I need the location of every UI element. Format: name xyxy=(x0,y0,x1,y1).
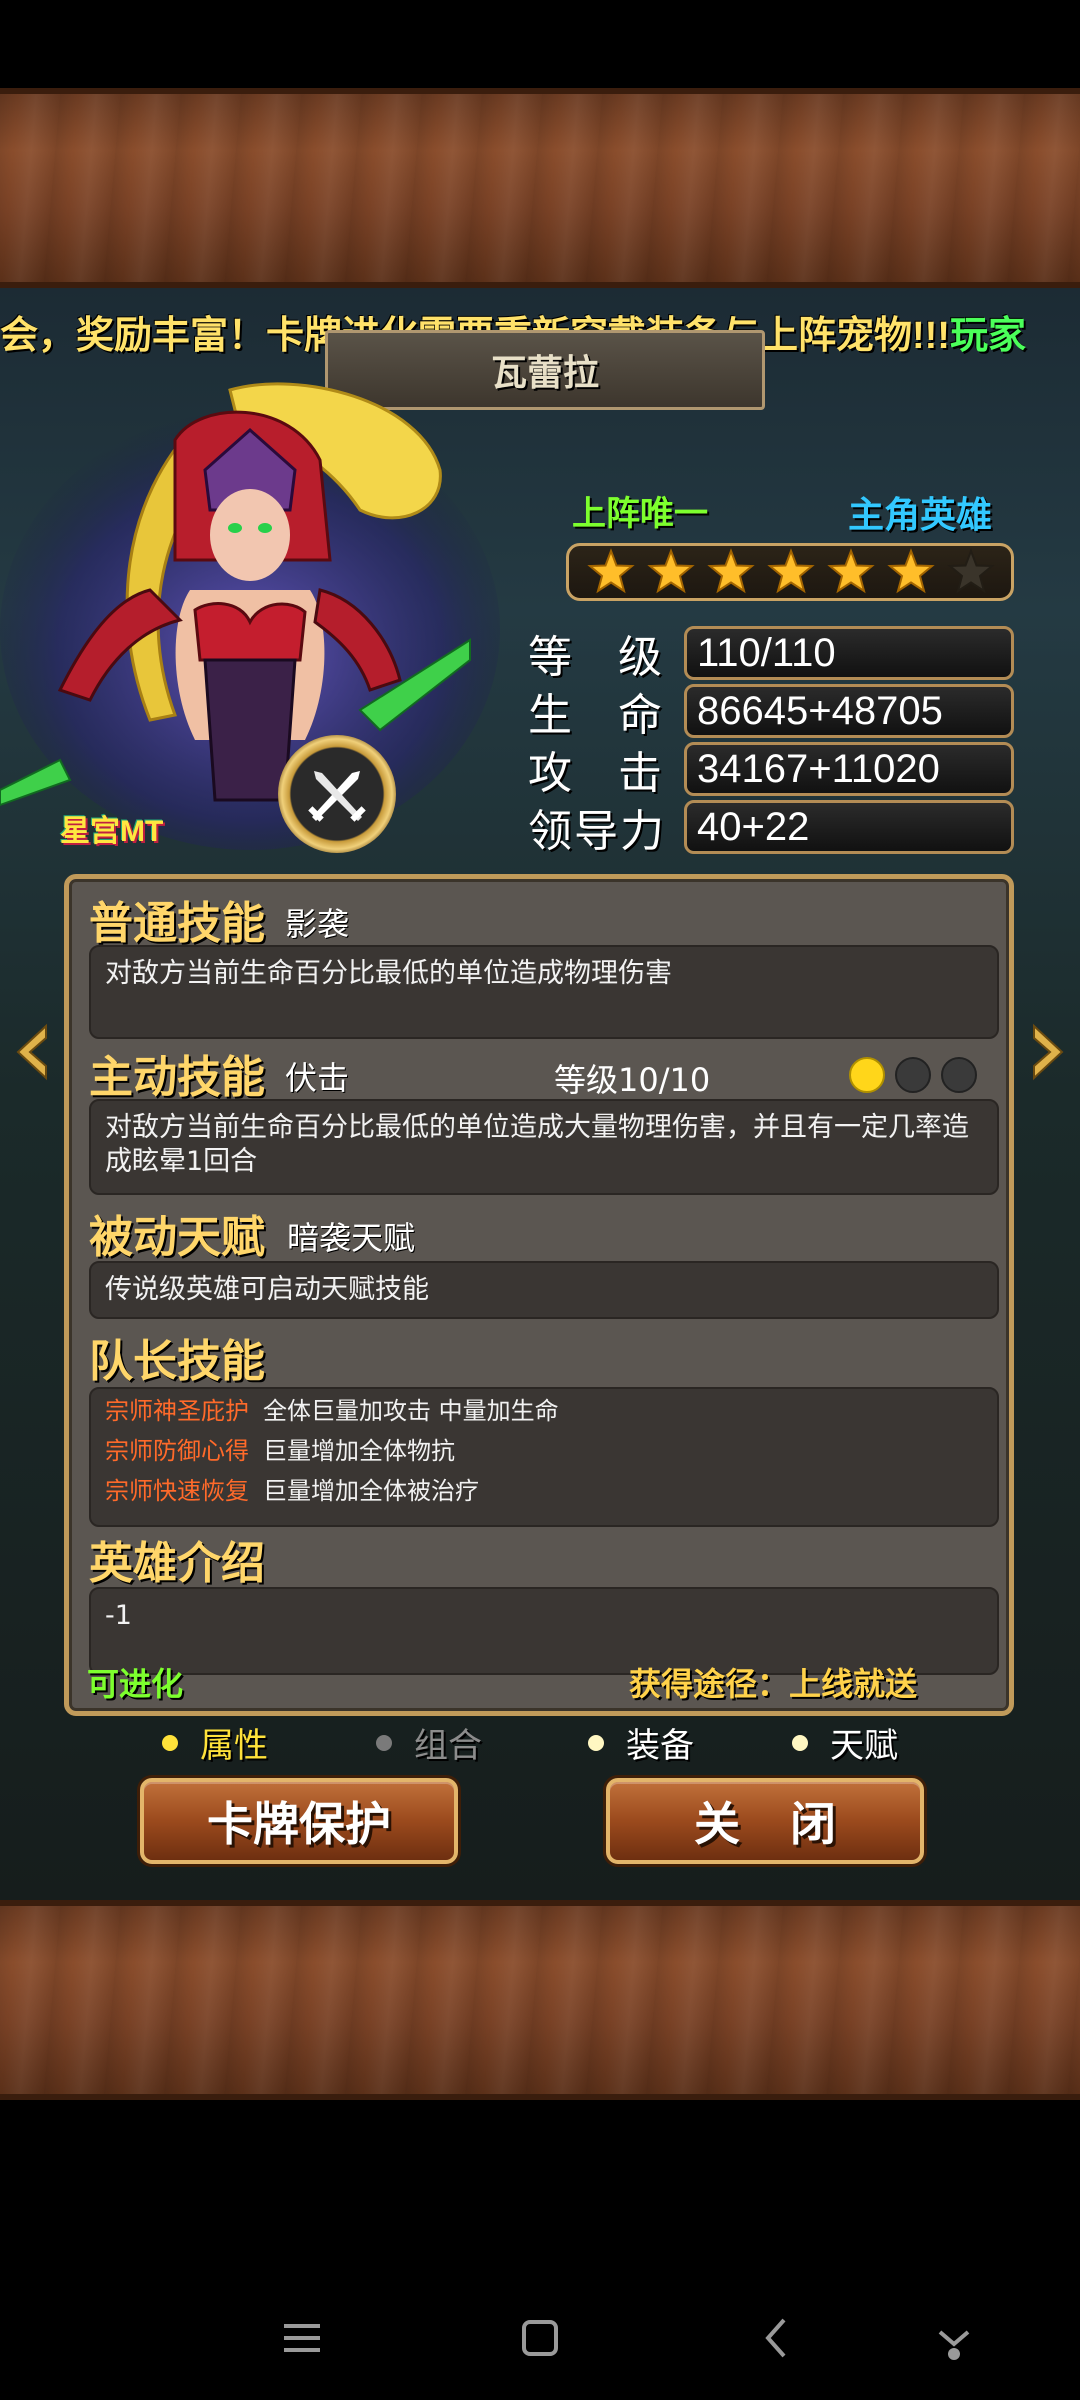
captain-skill-item: 宗师快速恢复 巨量增加全体被治疗 xyxy=(105,1471,983,1511)
stat-value: 86645+48705 xyxy=(684,684,1014,738)
unique-tag: 上阵唯一 xyxy=(572,494,708,534)
back-icon[interactable] xyxy=(748,2308,808,2368)
normal-skill-desc: 对敌方当前生命百分比最低的单位造成物理伤害 xyxy=(89,945,999,1039)
stat-leadership: 领导力 40+22 xyxy=(528,800,1014,857)
detail-tabs: 属性 组合 装备 天赋 xyxy=(0,1718,1080,1766)
normal-skill-title: 普通技能 xyxy=(89,898,265,949)
star-filled-icon xyxy=(827,548,875,594)
stat-value: 34167+11020 xyxy=(684,742,1014,796)
stat-label: 等级 xyxy=(528,621,678,685)
stat-value: 110/110 xyxy=(684,626,1014,680)
stat-attack: 攻击 34167+11020 xyxy=(528,742,1014,799)
star-rating xyxy=(566,543,1014,601)
ticker-text-highlight: 玩家 xyxy=(949,315,1026,357)
close-button[interactable]: 关闭 xyxy=(606,1778,924,1864)
wood-frame-bottom xyxy=(0,1900,1080,2100)
tab-combo[interactable]: 组合 xyxy=(376,1718,482,1767)
tab-label: 组合 xyxy=(414,1726,482,1766)
passive-title: 被动天赋 xyxy=(89,1212,265,1263)
captain-skill-name: 宗师快速恢复 xyxy=(105,1477,249,1505)
stat-label: 生命 xyxy=(528,679,678,743)
intro-title: 英雄介绍 xyxy=(89,1538,265,1589)
acquire-source: 获得途径：上线就送 xyxy=(628,1665,917,1703)
system-nav-bar xyxy=(0,2290,1080,2380)
captain-skill-item: 宗师神圣庇护 全体巨量加攻击 中量加生命 xyxy=(105,1391,983,1431)
tab-label: 属性 xyxy=(200,1726,268,1766)
tab-bullet-icon xyxy=(792,1734,808,1751)
active-skill-desc: 对敌方当前生命百分比最低的单位造成大量物理伤害，并且有一定几率造成眩晕1回合 xyxy=(89,1099,999,1195)
passive-desc: 传说级英雄可启动天赋技能 xyxy=(89,1261,999,1319)
star-filled-icon xyxy=(767,548,815,594)
next-hero-arrow-icon[interactable] xyxy=(1028,1022,1068,1082)
stat-label-text: 等 xyxy=(528,632,574,683)
stat-value: 40+22 xyxy=(684,800,1014,854)
active-skill-level: 等级10/10 xyxy=(554,1061,711,1099)
stat-hp: 生命 86645+48705 xyxy=(528,684,1014,741)
stat-label-text: 命 xyxy=(618,690,664,741)
captain-skill-list: 宗师神圣庇护 全体巨量加攻击 中量加生命 宗师防御心得 巨量增加全体物抗 宗师快速恢… xyxy=(89,1387,999,1527)
crossed-swords-icon xyxy=(308,771,366,822)
skill-level-dot xyxy=(895,1057,931,1093)
skill-level-dot xyxy=(941,1057,977,1093)
normal-skill-name: 影袭 xyxy=(285,905,350,943)
stat-label-text: 生 xyxy=(528,690,574,741)
home-icon[interactable] xyxy=(510,2308,570,2368)
captain-skill-effect: 全体巨量加攻击 中量加生命 xyxy=(263,1397,559,1425)
active-skill-name: 伏击 xyxy=(285,1059,350,1097)
tab-bullet-icon xyxy=(162,1734,178,1751)
stat-label-text: 击 xyxy=(618,748,664,799)
stat-label: 领导力 xyxy=(528,806,666,857)
hero-class-badge xyxy=(278,735,396,853)
wood-frame-top xyxy=(0,88,1080,288)
stat-label-text: 攻 xyxy=(528,748,574,799)
captain-skill-name: 宗师防御心得 xyxy=(105,1437,249,1465)
captain-skill-effect: 巨量增加全体被治疗 xyxy=(263,1477,479,1505)
star-empty-icon xyxy=(947,548,995,594)
star-filled-icon xyxy=(887,548,935,594)
star-filled-icon xyxy=(647,548,695,594)
portrait-label: 星宫MT xyxy=(60,815,164,848)
passive-name: 暗袭天赋 xyxy=(287,1219,416,1257)
role-tag: 主角英雄 xyxy=(848,495,993,536)
tab-bullet-icon xyxy=(588,1734,604,1751)
tab-bullet-icon xyxy=(376,1734,392,1751)
captain-skill-effect: 巨量增加全体物抗 xyxy=(263,1437,455,1465)
tab-attributes[interactable]: 属性 xyxy=(162,1718,268,1767)
skill-level-dots xyxy=(849,1057,977,1093)
hero-info-panel: 普通技能 影袭 对敌方当前生命百分比最低的单位造成物理伤害 主动技能 伏击 等级… xyxy=(64,874,1014,1716)
tab-label: 天赋 xyxy=(830,1726,898,1766)
star-filled-icon xyxy=(587,548,635,594)
star-filled-icon xyxy=(707,548,755,594)
active-skill-title: 主动技能 xyxy=(89,1052,265,1103)
captain-skill-name: 宗师神圣庇护 xyxy=(105,1397,249,1425)
hero-portrait xyxy=(0,382,500,850)
evolve-status: 可进化 xyxy=(87,1665,184,1703)
stat-level: 等级 110/110 xyxy=(528,626,1014,683)
skill-level-dot xyxy=(849,1057,885,1093)
stat-label: 攻击 xyxy=(528,737,678,801)
tab-label: 装备 xyxy=(626,1726,694,1766)
card-protect-button[interactable]: 卡牌保护 xyxy=(140,1778,458,1864)
menu-icon[interactable] xyxy=(272,2308,332,2368)
tab-equipment[interactable]: 装备 xyxy=(588,1718,694,1767)
tab-talent[interactable]: 天赋 xyxy=(792,1718,898,1767)
stat-label-text: 级 xyxy=(618,632,664,683)
prev-hero-arrow-icon[interactable] xyxy=(12,1022,52,1082)
captain-skill-item: 宗师防御心得 巨量增加全体物抗 xyxy=(105,1431,983,1471)
assistant-icon[interactable] xyxy=(924,2308,984,2368)
captain-skill-title: 队长技能 xyxy=(89,1336,265,1387)
